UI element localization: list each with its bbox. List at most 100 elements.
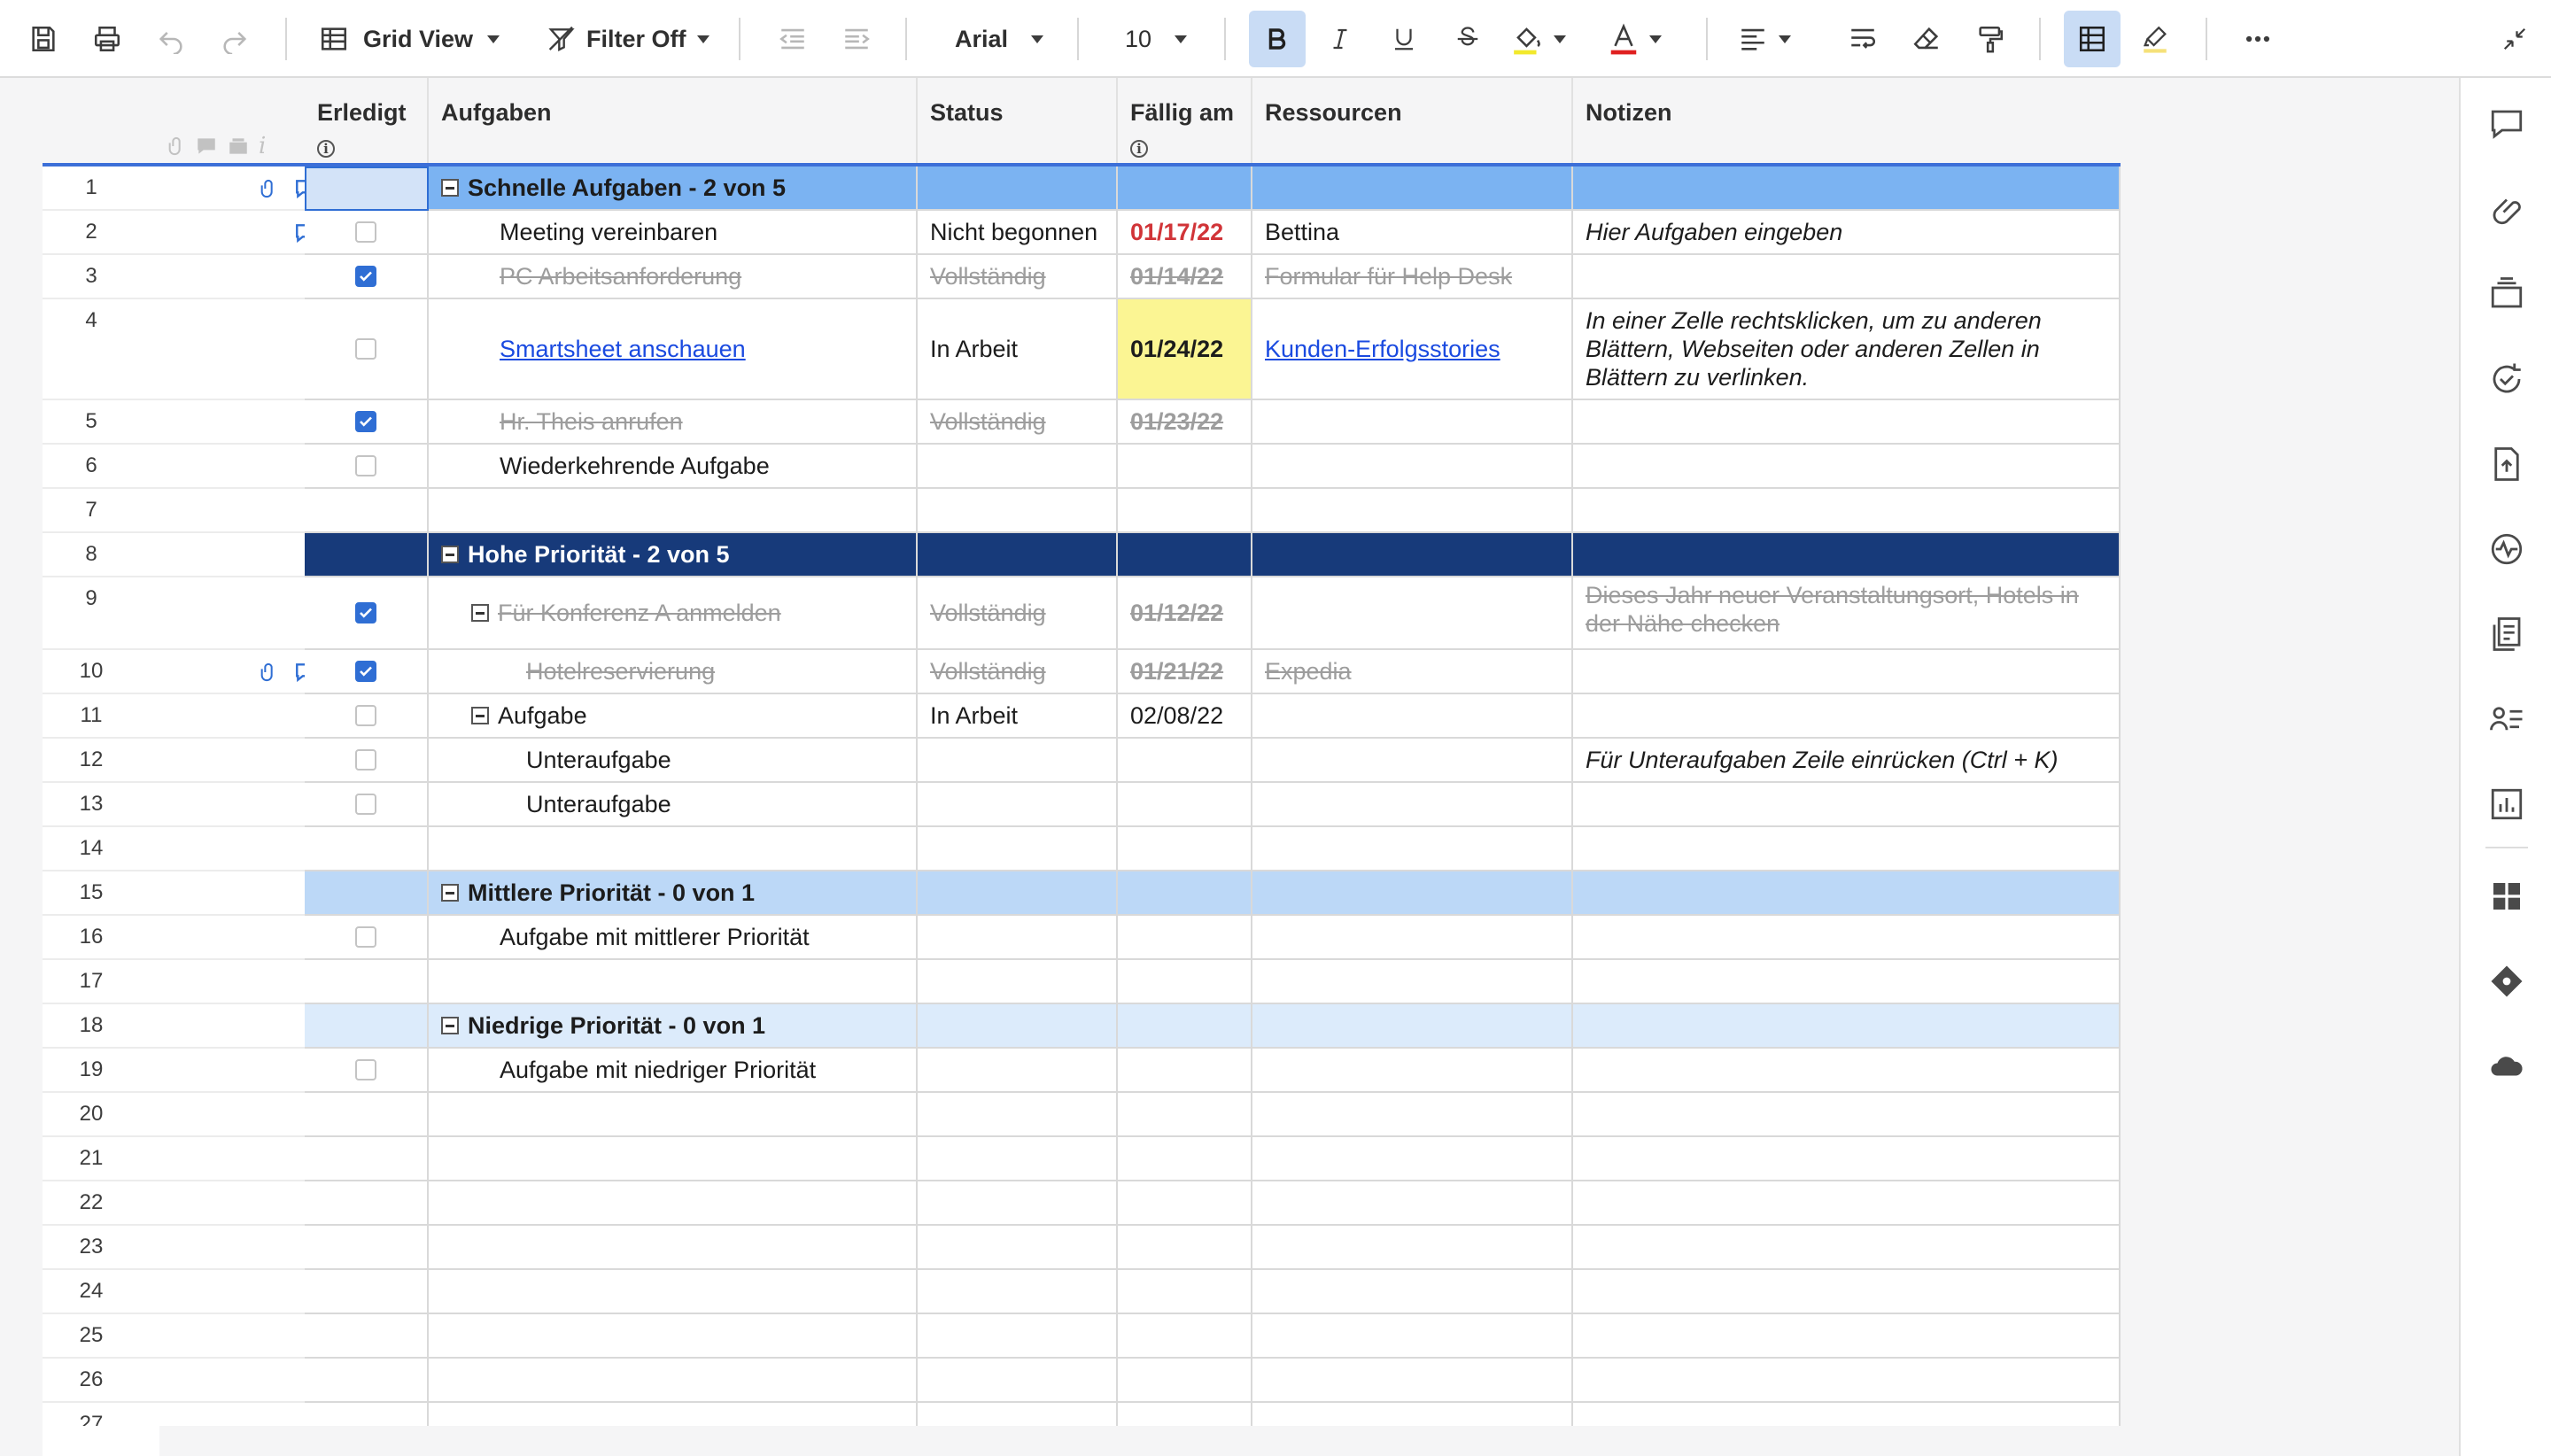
- undo-icon[interactable]: [151, 16, 191, 62]
- highlight-changes-icon[interactable]: [2135, 16, 2175, 62]
- notes-cell[interactable]: [1573, 167, 2121, 211]
- table-row[interactable]: 25: [43, 1314, 2121, 1359]
- resource-cell[interactable]: [1252, 1403, 1573, 1426]
- status-cell[interactable]: Vollständig: [918, 400, 1118, 445]
- done-checkbox[interactable]: [355, 338, 376, 360]
- resource-cell[interactable]: [1252, 1181, 1573, 1226]
- format-painter-icon[interactable]: [1970, 16, 2011, 62]
- due-cell[interactable]: 02/08/22: [1118, 694, 1252, 739]
- contacts-icon[interactable]: [2482, 694, 2532, 744]
- header-status[interactable]: Status: [918, 78, 1118, 165]
- due-cell[interactable]: 01/12/22: [1118, 577, 1252, 650]
- task-cell[interactable]: Smartsheet anschauen: [429, 299, 918, 400]
- done-checkbox[interactable]: [355, 926, 376, 948]
- notes-cell[interactable]: [1573, 400, 2121, 445]
- due-cell[interactable]: [1118, 1049, 1252, 1093]
- resource-cell[interactable]: [1252, 960, 1573, 1004]
- row-number[interactable]: 12: [43, 739, 140, 783]
- publish-icon[interactable]: [2482, 439, 2532, 489]
- row-number[interactable]: 20: [43, 1093, 140, 1137]
- collapse-toggle-icon[interactable]: [441, 546, 459, 563]
- activity-log-icon[interactable]: [2482, 524, 2532, 574]
- done-cell[interactable]: [305, 1049, 429, 1093]
- table-row[interactable]: 11 Aufgabe In Arbeit 02/08/22: [43, 694, 2121, 739]
- notes-cell[interactable]: Für Unteraufgaben Zeile einrücken (Ctrl …: [1573, 739, 2121, 783]
- due-cell[interactable]: 01/23/22: [1118, 400, 1252, 445]
- resource-cell[interactable]: [1252, 1226, 1573, 1270]
- notes-cell[interactable]: [1573, 1093, 2121, 1137]
- done-cell[interactable]: [305, 783, 429, 827]
- notes-cell[interactable]: [1573, 1270, 2121, 1314]
- table-row[interactable]: 5 Hr. Theis anrufen Vollständig 01/23/22: [43, 400, 2121, 445]
- status-cell[interactable]: [918, 1181, 1118, 1226]
- task-cell[interactable]: Aufgabe mit niedriger Priorität: [429, 1049, 918, 1093]
- status-cell[interactable]: [918, 1049, 1118, 1093]
- due-cell[interactable]: [1118, 739, 1252, 783]
- resource-cell[interactable]: [1252, 739, 1573, 783]
- table-row[interactable]: 8 Hohe Priorität - 2 von 5: [43, 533, 2121, 577]
- task-link[interactable]: Smartsheet anschauen: [500, 336, 746, 363]
- table-row[interactable]: 12 Unteraufgabe Für Unteraufgaben Zeile …: [43, 739, 2121, 783]
- status-cell[interactable]: [918, 1226, 1118, 1270]
- resource-cell[interactable]: [1252, 445, 1573, 489]
- table-row[interactable]: 10 Hotelreservierung Vollständig 01/21/2…: [43, 650, 2121, 694]
- italic-icon[interactable]: [1320, 16, 1361, 62]
- header-notes[interactable]: Notizen: [1573, 78, 2121, 165]
- task-cell[interactable]: [429, 489, 918, 533]
- table-row[interactable]: 2 Meeting vereinbaren Nicht begonnen 01/…: [43, 211, 2121, 255]
- row-number[interactable]: 24: [43, 1270, 140, 1314]
- info-icon[interactable]: i: [1130, 140, 1148, 158]
- group-header-cell[interactable]: Hohe Priorität - 2 von 5: [429, 533, 918, 577]
- done-cell[interactable]: [305, 827, 429, 871]
- status-cell[interactable]: [918, 167, 1118, 211]
- done-cell[interactable]: [305, 299, 429, 400]
- notes-cell[interactable]: [1573, 533, 2121, 577]
- header-due[interactable]: Fällig am i: [1118, 78, 1252, 165]
- resource-cell[interactable]: [1252, 1314, 1573, 1359]
- row-number[interactable]: 25: [43, 1314, 140, 1359]
- task-cell[interactable]: [429, 960, 918, 1004]
- table-row[interactable]: 6 Wiederkehrende Aufgabe: [43, 445, 2121, 489]
- table-row[interactable]: 13 Unteraufgabe: [43, 783, 2121, 827]
- task-cell[interactable]: [429, 1314, 918, 1359]
- status-cell[interactable]: [918, 871, 1118, 916]
- task-cell[interactable]: [429, 1137, 918, 1181]
- collapse-toggle-icon[interactable]: [441, 884, 459, 902]
- done-checkbox[interactable]: [355, 602, 376, 623]
- notes-cell[interactable]: [1573, 445, 2121, 489]
- row-number[interactable]: 4: [43, 299, 140, 400]
- status-cell[interactable]: [918, 489, 1118, 533]
- status-cell[interactable]: [918, 1314, 1118, 1359]
- task-cell[interactable]: Hr. Theis anrufen: [429, 400, 918, 445]
- row-number[interactable]: 26: [43, 1359, 140, 1403]
- strikethrough-icon[interactable]: [1447, 16, 1488, 62]
- collapse-toggle-icon[interactable]: [471, 707, 489, 724]
- notes-cell[interactable]: In einer Zelle rechtsklicken, um zu ande…: [1573, 299, 2121, 400]
- table-row[interactable]: 22: [43, 1181, 2121, 1226]
- due-cell[interactable]: 01/17/22: [1118, 211, 1252, 255]
- table-row[interactable]: 15 Mittlere Priorität - 0 von 1: [43, 871, 2121, 916]
- row-number[interactable]: 22: [43, 1181, 140, 1226]
- due-cell[interactable]: [1118, 783, 1252, 827]
- group-header-cell[interactable]: Schnelle Aufgaben - 2 von 5: [429, 167, 918, 211]
- done-checkbox[interactable]: [355, 266, 376, 287]
- resource-cell[interactable]: [1252, 783, 1573, 827]
- due-cell[interactable]: [1118, 489, 1252, 533]
- status-cell[interactable]: [918, 827, 1118, 871]
- table-row[interactable]: 23: [43, 1226, 2121, 1270]
- done-checkbox[interactable]: [355, 661, 376, 682]
- header-done[interactable]: Erledigt i: [305, 78, 429, 165]
- done-checkbox[interactable]: [355, 411, 376, 432]
- resource-cell[interactable]: [1252, 916, 1573, 960]
- done-cell[interactable]: [305, 1226, 429, 1270]
- due-cell[interactable]: [1118, 960, 1252, 1004]
- notes-cell[interactable]: [1573, 650, 2121, 694]
- table-row[interactable]: 20: [43, 1093, 2121, 1137]
- notes-cell[interactable]: [1573, 1226, 2121, 1270]
- done-cell[interactable]: [305, 1314, 429, 1359]
- update-requests-icon[interactable]: [2482, 354, 2532, 404]
- due-cell[interactable]: [1118, 916, 1252, 960]
- resource-cell[interactable]: Formular für Help Desk: [1252, 255, 1573, 299]
- resource-cell[interactable]: [1252, 1137, 1573, 1181]
- due-cell[interactable]: [1118, 1359, 1252, 1403]
